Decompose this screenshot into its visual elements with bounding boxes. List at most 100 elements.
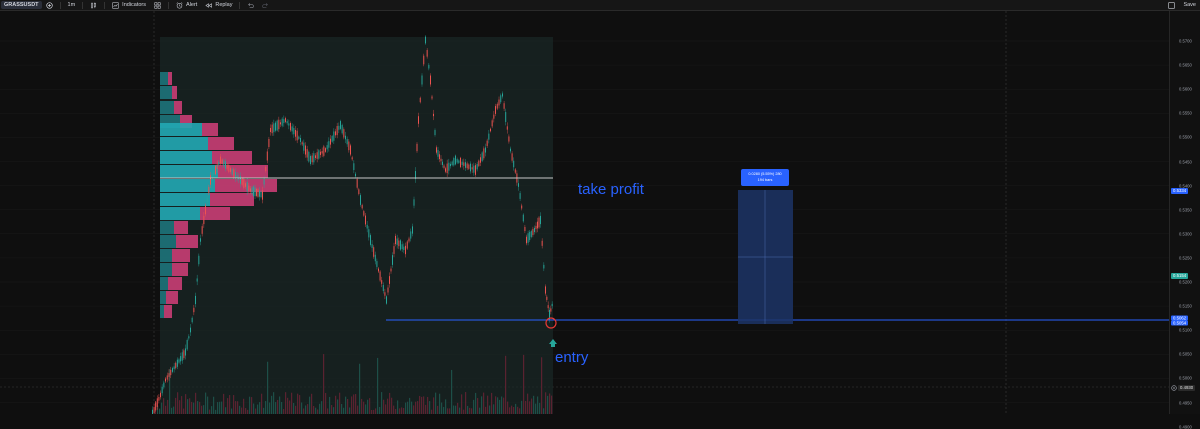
volume-bar (475, 392, 477, 414)
volume-bar (473, 399, 475, 414)
volume-bar (161, 402, 163, 414)
volume-bar (541, 357, 543, 414)
symbol-search-button[interactable]: GRASSUSDT (1, 1, 42, 9)
candle-body (505, 112, 507, 122)
candle-body (233, 169, 235, 178)
volume-profile-down-bar (176, 235, 198, 248)
volume-bar (519, 408, 521, 414)
candle-body (545, 286, 546, 294)
indicators-button[interactable]: Indicators (108, 0, 150, 10)
plus-circle-icon[interactable] (1171, 385, 1177, 391)
candle-body (540, 215, 541, 225)
candle-body (503, 103, 505, 109)
volume-bar (201, 405, 203, 414)
volume-profile-up-bar (160, 193, 210, 206)
volume-bar (291, 392, 293, 414)
layout-button[interactable] (1164, 0, 1179, 10)
undo-button[interactable] (243, 0, 258, 10)
candle-body (481, 152, 483, 161)
candle-body (426, 50, 428, 57)
volume-bar (333, 407, 335, 414)
volume-bar (175, 397, 177, 414)
volume-bar (329, 396, 331, 414)
templates-button[interactable] (150, 0, 165, 10)
volume-bar (171, 407, 173, 414)
volume-profile-up-bar (160, 291, 166, 304)
volume-bar (301, 402, 303, 414)
price-tick-label: 0.4900 (1179, 424, 1192, 429)
volume-bar (239, 405, 241, 414)
candle-body (478, 160, 480, 167)
candle-body (410, 231, 412, 239)
entry-annotation: entry (555, 349, 589, 366)
volume-bar (197, 401, 199, 414)
candle-body (521, 205, 523, 209)
volume-bar (289, 400, 291, 414)
candle-body (473, 165, 475, 173)
save-button[interactable]: Save (1179, 0, 1200, 10)
volume-profile-up-bar (160, 277, 168, 290)
candle-body (419, 97, 421, 103)
candle-body (188, 336, 190, 339)
volume-bar (285, 392, 287, 414)
candle-body (437, 149, 439, 157)
candle-body (205, 205, 206, 215)
volume-bar (319, 403, 321, 414)
candle-body (425, 36, 426, 44)
candle-body (389, 276, 390, 284)
current-price-label: 0.5154 (1171, 273, 1189, 279)
volume-bar (447, 408, 449, 414)
candle-body (465, 162, 466, 168)
replay-icon (205, 2, 213, 8)
volume-bar (191, 401, 193, 414)
volume-bar (445, 399, 447, 414)
candle-body (262, 190, 263, 200)
volume-bar (315, 407, 317, 414)
volume-bar (187, 399, 189, 414)
candle-body (195, 295, 196, 305)
candle-body (251, 187, 253, 194)
candle-body (450, 163, 451, 167)
volume-bar (313, 405, 315, 414)
volume-bar (383, 399, 385, 414)
candle-body (392, 255, 393, 265)
volume-bar (343, 407, 345, 414)
chart-type-button[interactable] (86, 0, 101, 10)
candle-body (321, 150, 323, 154)
candle-body (300, 138, 301, 142)
toolbar-divider (59, 1, 61, 9)
candle-body (351, 157, 353, 160)
volume-bar (539, 402, 541, 414)
candle-body (253, 186, 254, 197)
candle-body (522, 214, 524, 222)
volume-bar (353, 394, 355, 414)
candle-body (498, 99, 500, 106)
interval-button[interactable]: 1m (64, 0, 80, 10)
redo-button[interactable] (258, 0, 273, 10)
volume-bar (435, 392, 437, 414)
volume-bar (385, 404, 387, 414)
candle-body (423, 55, 425, 65)
price-tick-label: 0.5550 (1179, 110, 1192, 116)
volume-bar (379, 406, 381, 414)
volume-bar (551, 395, 553, 414)
target-price-label: 0.5334 (1171, 188, 1189, 194)
alert-button[interactable]: Alert (172, 0, 201, 10)
replay-button[interactable]: Replay (201, 0, 236, 10)
candle-body (223, 160, 225, 167)
candle-body (235, 172, 236, 178)
volume-bar (419, 395, 421, 414)
volume-bar (543, 408, 545, 414)
volume-profile-down-bar (200, 207, 230, 220)
candle-body (291, 126, 293, 132)
volume-bar (403, 407, 405, 414)
candle-body (248, 185, 250, 192)
volume-bar (441, 402, 443, 414)
volume-bar (243, 398, 245, 414)
candle-body (257, 189, 259, 197)
compare-button[interactable] (42, 0, 57, 10)
candle-body (446, 163, 448, 174)
candle-body (470, 163, 471, 172)
volume-bar (181, 396, 183, 414)
price-axis[interactable]: 0.5700 0.5650 0.5600 0.5550 0.5500 0.5450 0.54… (1169, 11, 1200, 429)
